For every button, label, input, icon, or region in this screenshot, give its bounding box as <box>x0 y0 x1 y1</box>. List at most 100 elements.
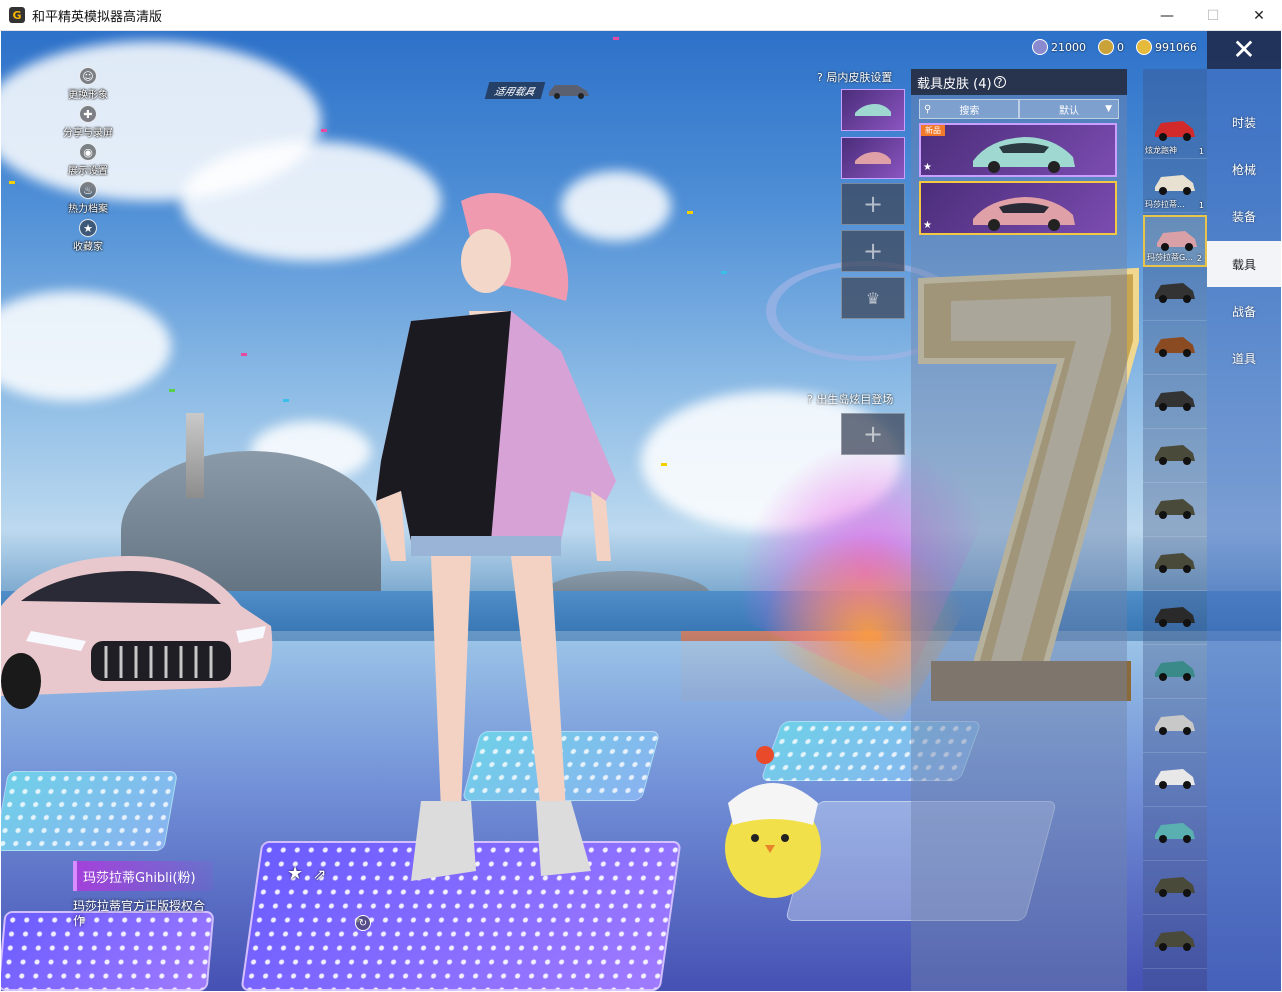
currency-bar: 21000 0 991066 <box>1032 39 1197 55</box>
floor-tile <box>1 771 179 851</box>
currency-gold[interactable]: 991066 <box>1136 39 1197 55</box>
new-badge: 新品 <box>921 125 945 136</box>
vehicle-item[interactable] <box>1143 593 1207 645</box>
vehicle-name: 玛莎拉蒂... <box>1145 200 1185 209</box>
vehicle-thumbnail-icon <box>1155 931 1195 951</box>
vehicle-item[interactable] <box>1143 485 1207 537</box>
confetti <box>687 211 693 214</box>
pink-maserati-car <box>1 556 273 709</box>
app-icon: G <box>9 7 25 23</box>
inmatch-skin-slot[interactable] <box>841 137 905 179</box>
vehicle-item[interactable] <box>1143 701 1207 753</box>
cloud <box>1 291 171 401</box>
inmatch-skin-slot-empty[interactable]: + <box>841 183 905 225</box>
skin-search-input[interactable]: ⚲ 搜索 <box>919 99 1019 119</box>
change-appearance-button[interactable]: ☺ 更换形象 <box>55 67 121 101</box>
tab-supplies[interactable]: 战备 <box>1207 288 1281 334</box>
vehicle-thumbnail-icon <box>1155 337 1195 357</box>
minimize-button[interactable]: — <box>1144 0 1190 31</box>
confetti <box>661 463 667 466</box>
star-icon: ★ <box>923 162 932 173</box>
skin-search-bar: ⚲ 搜索 默认 ▼ <box>919 99 1119 119</box>
vehicle-thumbnail-icon <box>549 85 589 99</box>
vehicle-item[interactable] <box>1143 269 1207 321</box>
vehicle-thumbnail-icon <box>1155 553 1195 573</box>
share-icon[interactable]: ⇗ <box>313 865 326 884</box>
window-controls: — ☐ ✕ <box>1144 0 1282 31</box>
vehicle-thumbnail-icon <box>1155 715 1195 735</box>
heat-profile-button[interactable]: ♨ 热力档案 <box>55 181 121 215</box>
skin-description: 玛莎拉蒂官方正版授权合作 <box>73 899 206 928</box>
gem-icon <box>1032 39 1048 55</box>
vehicle-thumbnail-icon <box>1155 391 1195 411</box>
search-icon: ⚲ <box>924 103 932 115</box>
confetti <box>321 129 327 132</box>
close-icon: ✕ <box>1232 33 1256 66</box>
close-window-button[interactable]: ✕ <box>1236 0 1282 31</box>
confetti <box>169 389 175 392</box>
vehicle-item[interactable] <box>1143 809 1207 861</box>
vehicle-item[interactable] <box>1143 647 1207 699</box>
category-tabs: 时装 枪械 装备 载具 战备 道具 <box>1207 69 1281 991</box>
vehicle-item[interactable] <box>1143 917 1207 969</box>
tab-equipment[interactable]: 装备 <box>1207 193 1281 239</box>
spawn-entrance-label: ? 出生岛炫目登场 <box>807 393 894 406</box>
help-icon[interactable]: ? <box>817 71 823 84</box>
chick-pet[interactable] <box>723 743 833 903</box>
help-icon[interactable]: ? <box>993 76 1006 89</box>
tab-fashion[interactable]: 时装 <box>1207 99 1281 145</box>
rotate-view-icon[interactable]: ↻ <box>355 915 371 931</box>
vehicle-thumbnail-icon <box>1155 823 1195 843</box>
tower <box>186 413 204 498</box>
tab-weapons[interactable]: 枪械 <box>1207 146 1281 192</box>
vehicle-thumbnail-icon <box>1155 175 1195 195</box>
skin-card[interactable]: 新品 ★ <box>919 123 1117 177</box>
currency-coupon[interactable]: 0 <box>1098 39 1124 55</box>
tab-vehicles[interactable]: 载具 <box>1207 241 1281 287</box>
share-record-button[interactable]: ✚ 分享与录屏 <box>55 105 121 139</box>
vehicle-item[interactable] <box>1143 539 1207 591</box>
vehicle-item[interactable] <box>1143 377 1207 429</box>
vehicle-item[interactable] <box>1143 863 1207 915</box>
skin-name-title: 玛莎拉蒂Ghibli(粉) <box>73 861 213 891</box>
inmatch-skin-settings-label: ? 局内皮肤设置 <box>817 71 893 84</box>
vehicle-item[interactable]: 玛莎拉蒂... 1 <box>1143 161 1207 213</box>
vehicle-thumbnail-icon <box>1155 769 1195 789</box>
vehicle-item[interactable] <box>1143 431 1207 483</box>
help-icon[interactable]: ? <box>807 393 813 406</box>
confetti <box>283 399 289 402</box>
vehicle-thumbnail-icon <box>1155 283 1195 303</box>
inmatch-skin-slot[interactable] <box>841 89 905 131</box>
display-settings-button[interactable]: ◉ 展示设置 <box>55 143 121 177</box>
vehicle-item[interactable]: 玛莎拉蒂G... 2 <box>1143 215 1207 267</box>
vehicle-name: 玛莎拉蒂G... <box>1147 253 1193 262</box>
vehicle-item[interactable] <box>1143 323 1207 375</box>
currency-gem[interactable]: 21000 <box>1032 39 1086 55</box>
plus-icon: + <box>862 237 884 265</box>
spawn-entrance-slot[interactable]: + <box>841 413 905 455</box>
game-viewport[interactable]: ☺ 更换形象 ✚ 分享与录屏 ◉ 展示设置 ♨ 热力档案 ★ 收藏家 适用载具 … <box>1 31 1281 991</box>
applicable-vehicle-tag[interactable]: 适用载具 <box>484 81 591 99</box>
close-wardrobe-button[interactable]: ✕ <box>1207 31 1281 69</box>
vehicle-list: 炫龙跑神 1 玛莎拉蒂... 1 玛莎拉蒂G... 2 <box>1143 69 1207 991</box>
vehicle-thumbnail-icon <box>1155 607 1195 627</box>
maximize-button[interactable]: ☐ <box>1190 0 1236 31</box>
crown-icon: ♛ <box>865 288 881 308</box>
collector-button[interactable]: ★ 收藏家 <box>55 219 121 253</box>
player-character[interactable] <box>361 181 631 891</box>
vehicle-count: 2 <box>1196 254 1202 263</box>
car-skin-thumbnail <box>855 104 891 116</box>
collector-icon: ★ <box>79 219 97 237</box>
car-skin-image <box>973 197 1075 231</box>
favorite-star-icon[interactable]: ★ <box>287 863 303 884</box>
tab-items[interactable]: 道具 <box>1207 335 1281 381</box>
star-icon: ★ <box>923 220 932 231</box>
vehicle-item[interactable] <box>1143 755 1207 807</box>
skin-card-selected[interactable]: ★ <box>919 181 1117 235</box>
skin-panel-header: 载具皮肤 (4) ? <box>911 69 1127 95</box>
inmatch-skin-slot-empty[interactable]: + <box>841 230 905 272</box>
vehicle-item[interactable]: 炫龙跑神 1 <box>1143 107 1207 159</box>
gold-coin-icon <box>1136 39 1152 55</box>
sort-dropdown[interactable]: 默认 ▼ <box>1019 99 1119 119</box>
inmatch-skin-slot-locked[interactable]: ♛ <box>841 277 905 319</box>
